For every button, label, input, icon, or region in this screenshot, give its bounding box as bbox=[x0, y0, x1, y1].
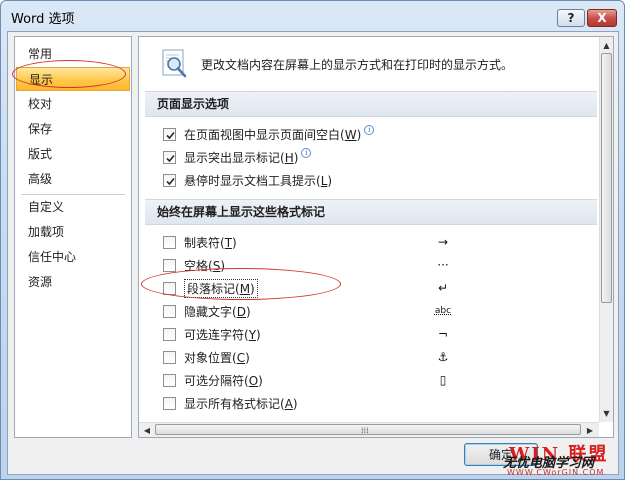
anchor-icon: ⚓ bbox=[437, 350, 449, 364]
nav-item-label: 加载项 bbox=[28, 225, 65, 239]
scroll-down-icon[interactable]: ▼ bbox=[601, 407, 612, 419]
section-page-display: 页面显示选项 bbox=[145, 91, 597, 117]
nav-item-label: 高级 bbox=[28, 172, 53, 186]
dialog-body: 常用 显示 校对 保存 版式 高级 自定义 加载项 信任中心 资源 更改文档内容… bbox=[7, 31, 619, 475]
option-label: 悬停时显示文档工具提示(L) bbox=[184, 173, 333, 188]
magnifier-document-icon bbox=[162, 49, 187, 78]
nav-item-label: 版式 bbox=[28, 147, 53, 161]
hidden-text-mark-icon: abc bbox=[434, 306, 452, 316]
options-content: 更改文档内容在屏幕上的显示方式和在打印时的显示方式。 页面显示选项 在页面视图中… bbox=[139, 37, 599, 422]
option-label: 在页面视图中显示页面间空白(W) bbox=[184, 127, 362, 142]
vertical-scroll-thumb[interactable] bbox=[601, 53, 612, 303]
option-label: 隐藏文字(D) bbox=[184, 304, 251, 319]
close-icon: X bbox=[597, 11, 607, 25]
nav-item-label: 校对 bbox=[28, 97, 53, 111]
nav-item-label: 常用 bbox=[28, 47, 53, 61]
checkbox[interactable] bbox=[163, 173, 176, 187]
nav-item-customize[interactable]: 自定义 bbox=[16, 195, 130, 219]
checkbox[interactable] bbox=[163, 258, 176, 272]
nav-item-layout[interactable]: 版式 bbox=[16, 142, 130, 166]
info-icon[interactable]: i bbox=[364, 125, 375, 135]
checkbox[interactable] bbox=[163, 327, 176, 341]
checkbox[interactable] bbox=[163, 304, 176, 318]
option-optional-hyphens[interactable]: 可选连字符(Y) bbox=[163, 325, 261, 343]
option-label: 可选连字符(Y) bbox=[184, 327, 261, 342]
site-watermark: WIN 联盟 无忧电脑学习网 WWW.CWorGIN.COM bbox=[503, 440, 621, 478]
checkmark-icon bbox=[166, 154, 175, 162]
nav-item-save[interactable]: 保存 bbox=[16, 117, 130, 141]
option-label: 显示突出显示标记(H) bbox=[184, 150, 299, 165]
help-button[interactable]: ? bbox=[557, 9, 585, 27]
title-bar[interactable]: Word 选项 ? X bbox=[1, 1, 624, 31]
help-icon: ? bbox=[567, 11, 575, 25]
hyphen-mark-icon: ¬ bbox=[437, 327, 449, 341]
option-show-whitespace[interactable]: 在页面视图中显示页面间空白(W) i bbox=[163, 125, 375, 143]
scroll-right-icon[interactable]: ▶ bbox=[584, 424, 596, 436]
scroll-left-icon[interactable]: ◀ bbox=[141, 424, 153, 436]
tab-mark-icon: → bbox=[437, 235, 449, 249]
nav-item-label: 保存 bbox=[28, 122, 53, 136]
scroll-up-icon[interactable]: ▲ bbox=[601, 39, 612, 51]
option-label: 显示所有格式标记(A) bbox=[184, 396, 298, 411]
horizontal-scroll-thumb[interactable]: ⁞⁞⁞ bbox=[155, 424, 581, 435]
panel-description: 更改文档内容在屏幕上的显示方式和在打印时的显示方式。 bbox=[201, 58, 514, 72]
checkmark-icon bbox=[166, 131, 175, 139]
option-optional-breaks[interactable]: 可选分隔符(O) bbox=[163, 371, 263, 389]
nav-item-resources[interactable]: 资源 bbox=[16, 270, 130, 294]
checkbox[interactable] bbox=[163, 373, 176, 387]
option-tab-characters[interactable]: 制表符(T) bbox=[163, 233, 237, 251]
checkbox[interactable] bbox=[163, 235, 176, 249]
horizontal-scrollbar[interactable]: ◀ ⁞⁞⁞ ▶ bbox=[139, 422, 599, 437]
section-format-marks: 始终在屏幕上显示这些格式标记 bbox=[145, 199, 597, 225]
annotation-ellipse-display bbox=[12, 60, 126, 88]
nav-item-label: 资源 bbox=[28, 275, 53, 289]
vertical-scrollbar[interactable]: ▲ ▼ bbox=[599, 37, 613, 422]
nav-item-label: 信任中心 bbox=[28, 250, 77, 264]
paragraph-mark-icon: ↵ bbox=[437, 281, 449, 295]
checkmark-icon bbox=[166, 177, 175, 185]
annotation-ellipse-paragraph bbox=[141, 268, 341, 300]
option-show-tooltips[interactable]: 悬停时显示文档工具提示(L) bbox=[163, 171, 332, 189]
space-mark-icon: ··· bbox=[437, 258, 449, 272]
nav-item-label: 自定义 bbox=[28, 200, 65, 214]
info-icon[interactable]: i bbox=[301, 148, 312, 158]
checkbox[interactable] bbox=[163, 396, 176, 410]
option-label: 制表符(T) bbox=[184, 235, 237, 250]
options-panel: 更改文档内容在屏幕上的显示方式和在打印时的显示方式。 页面显示选项 在页面视图中… bbox=[138, 36, 614, 438]
panel-header: 更改文档内容在屏幕上的显示方式和在打印时的显示方式。 bbox=[149, 47, 589, 83]
option-show-all-marks[interactable]: 显示所有格式标记(A) bbox=[163, 394, 298, 412]
grip-icon: ⁞⁞⁞ bbox=[361, 426, 369, 435]
option-show-highlighter[interactable]: 显示突出显示标记(H) i bbox=[163, 148, 312, 166]
checkbox[interactable] bbox=[163, 127, 176, 141]
checkbox[interactable] bbox=[163, 150, 176, 164]
option-label: 对象位置(C) bbox=[184, 350, 250, 365]
close-button[interactable]: X bbox=[587, 9, 617, 27]
nav-item-advanced[interactable]: 高级 bbox=[16, 167, 130, 191]
dialog-title: Word 选项 bbox=[11, 12, 75, 27]
nav-item-addins[interactable]: 加载项 bbox=[16, 220, 130, 244]
watermark-url: WWW.CWorGIN.COM bbox=[507, 468, 605, 477]
option-hidden-text[interactable]: 隐藏文字(D) bbox=[163, 302, 251, 320]
checkbox[interactable] bbox=[163, 350, 176, 364]
option-object-anchors[interactable]: 对象位置(C) bbox=[163, 348, 250, 366]
break-mark-icon: ▯ bbox=[439, 373, 447, 387]
category-nav: 常用 显示 校对 保存 版式 高级 自定义 加载项 信任中心 资源 bbox=[14, 36, 132, 438]
option-label: 可选分隔符(O) bbox=[184, 373, 263, 388]
nav-item-proofing[interactable]: 校对 bbox=[16, 92, 130, 116]
nav-item-trust-center[interactable]: 信任中心 bbox=[16, 245, 130, 269]
